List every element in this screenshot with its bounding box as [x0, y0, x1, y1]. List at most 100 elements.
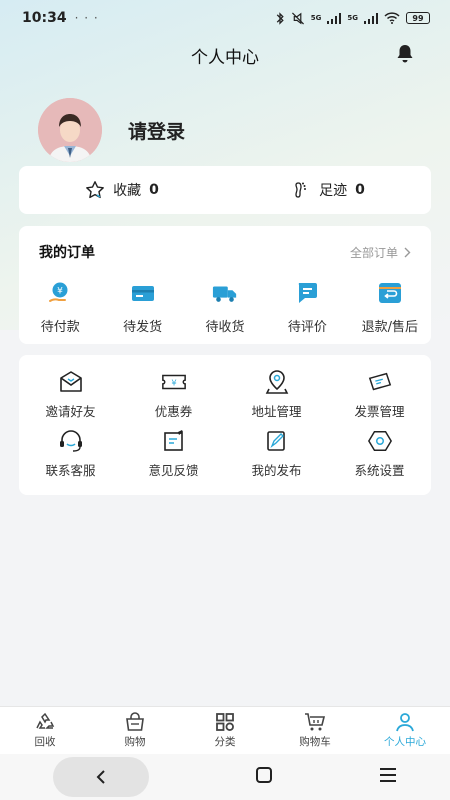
- comment-icon: [294, 280, 320, 306]
- tab-cart[interactable]: 购物车: [270, 707, 360, 754]
- my-posts-label: 我的发布: [251, 463, 302, 478]
- page-title: 个人中心: [191, 47, 259, 68]
- tab-profile[interactable]: 个人中心: [360, 707, 450, 754]
- order-pending-review-label: 待评价: [287, 320, 327, 335]
- all-orders-link[interactable]: 全部订单: [350, 244, 411, 261]
- cart-icon: [305, 713, 326, 731]
- tab-recycle[interactable]: 回收: [0, 707, 90, 754]
- feedback-label: 意见反馈: [148, 463, 199, 478]
- grid-icon: [216, 713, 234, 731]
- battery-icon: 99: [406, 12, 430, 24]
- favorites-label: 收藏: [113, 183, 142, 199]
- svg-text:¥: ¥: [57, 287, 63, 297]
- services-card: 邀请好友 ¥ 优惠券 地址管理 发票管理 联系客服 意见反馈 我的发布 系统设置: [19, 355, 431, 495]
- orders-card: 我的订单 全部订单 ¥ 待付款 待发货 待收货 待评价 退款/售后: [19, 226, 431, 344]
- system-nav-bar: [0, 754, 450, 800]
- back-icon: [96, 770, 105, 784]
- footprint-button[interactable]: 足迹 0: [225, 180, 431, 200]
- net-label-1: 5G: [310, 14, 322, 22]
- footprint-icon: [295, 182, 307, 198]
- menu-button[interactable]: [379, 767, 397, 787]
- footprint-count: 0: [355, 182, 365, 198]
- address-management-button[interactable]: 地址管理: [225, 369, 328, 420]
- all-orders-label: 全部订单: [349, 245, 398, 260]
- tab-cart-label: 购物车: [299, 736, 331, 748]
- orders-row: ¥ 待付款 待发货 待收货 待评价 退款/售后: [19, 280, 431, 335]
- tab-profile-label: 个人中心: [384, 736, 426, 748]
- settings-hexagon-icon: [367, 428, 393, 454]
- order-pending-receipt-label: 待收货: [205, 320, 245, 335]
- invite-friends-button[interactable]: 邀请好友: [19, 369, 122, 420]
- feedback-button[interactable]: 意见反馈: [122, 428, 225, 479]
- coupons-label: 优惠券: [154, 404, 193, 419]
- back-button[interactable]: [53, 757, 149, 797]
- card-icon: [130, 280, 156, 306]
- order-pending-payment-label: 待付款: [40, 320, 80, 335]
- favorites-card: 收藏 0 足迹 0: [19, 166, 431, 214]
- order-pending-shipment[interactable]: 待发货: [101, 280, 183, 335]
- order-pending-shipment-label: 待发货: [123, 320, 163, 335]
- customer-service-button[interactable]: 联系客服: [19, 428, 122, 479]
- menu-icon: [380, 768, 396, 782]
- home-button[interactable]: [255, 766, 273, 788]
- orders-title: 我的订单: [39, 245, 95, 261]
- tab-category-label: 分类: [214, 736, 236, 748]
- recycle-icon: [36, 712, 55, 729]
- favorites-button[interactable]: 收藏 0: [19, 180, 225, 200]
- publish-icon: [264, 428, 290, 454]
- feedback-icon: [161, 428, 187, 454]
- location-pin-icon: [264, 369, 290, 395]
- refund-icon: [377, 280, 403, 306]
- headset-icon: [58, 428, 84, 454]
- tab-shopping[interactable]: 购物: [90, 707, 180, 754]
- coupon-icon: ¥: [161, 369, 187, 395]
- star-icon: [86, 181, 105, 199]
- wifi-icon: [384, 12, 400, 24]
- wallet-yen-icon: ¥: [47, 280, 73, 306]
- services-grid: 邀请好友 ¥ 优惠券 地址管理 发票管理 联系客服 意见反馈 我的发布 系统设置: [19, 369, 431, 479]
- system-settings-label: 系统设置: [354, 463, 405, 478]
- status-dots: · · ·: [74, 11, 99, 25]
- invoice-management-button[interactable]: 发票管理: [328, 369, 431, 420]
- truck-icon: [212, 280, 238, 306]
- home-square-icon: [256, 767, 272, 783]
- invoice-icon: [367, 369, 393, 395]
- favorites-count: 0: [149, 182, 159, 198]
- system-settings-button[interactable]: 系统设置: [328, 428, 431, 479]
- order-pending-receipt[interactable]: 待收货: [184, 280, 266, 335]
- invite-envelope-icon: [58, 369, 84, 395]
- signal-icon: [327, 12, 342, 24]
- net-label-2: 5G: [347, 14, 358, 22]
- svg-text:¥: ¥: [171, 378, 176, 388]
- my-posts-button[interactable]: 我的发布: [225, 428, 328, 479]
- profile-section[interactable]: 请登录: [38, 98, 185, 162]
- status-time: 10:34: [22, 10, 67, 26]
- avatar[interactable]: [38, 98, 102, 162]
- customer-service-label: 联系客服: [45, 463, 96, 478]
- order-refund[interactable]: 退款/售后: [349, 280, 431, 335]
- footprint-label: 足迹: [319, 183, 348, 199]
- mute-icon: [291, 12, 304, 24]
- order-pending-payment[interactable]: ¥ 待付款: [19, 280, 101, 335]
- address-management-label: 地址管理: [251, 404, 302, 419]
- shopping-bag-icon: [126, 712, 144, 731]
- person-icon: [396, 713, 414, 732]
- signal-icon-2: [364, 12, 378, 24]
- status-icons: 5G 5G 99: [275, 11, 430, 25]
- status-bar: 10:34 · · · 5G 5G 99: [0, 0, 450, 36]
- bell-icon[interactable]: [396, 44, 414, 68]
- coupons-button[interactable]: ¥ 优惠券: [122, 369, 225, 420]
- order-pending-review[interactable]: 待评价: [266, 280, 348, 335]
- bluetooth-icon: [276, 11, 284, 25]
- tab-shopping-label: 购物: [124, 736, 146, 748]
- tab-category[interactable]: 分类: [180, 707, 270, 754]
- login-link[interactable]: 请登录: [128, 117, 185, 144]
- title-bar: 个人中心: [0, 40, 450, 70]
- invite-friends-label: 邀请好友: [45, 404, 96, 419]
- tab-recycle-label: 回收: [34, 736, 56, 748]
- invoice-management-label: 发票管理: [354, 404, 405, 419]
- orders-header: 我的订单 全部订单: [19, 226, 431, 262]
- bottom-tab-bar: 回收 购物 分类 购物车 个人中心: [0, 706, 450, 754]
- order-refund-label: 退款/售后: [361, 320, 419, 335]
- chevron-right-icon: [404, 247, 411, 257]
